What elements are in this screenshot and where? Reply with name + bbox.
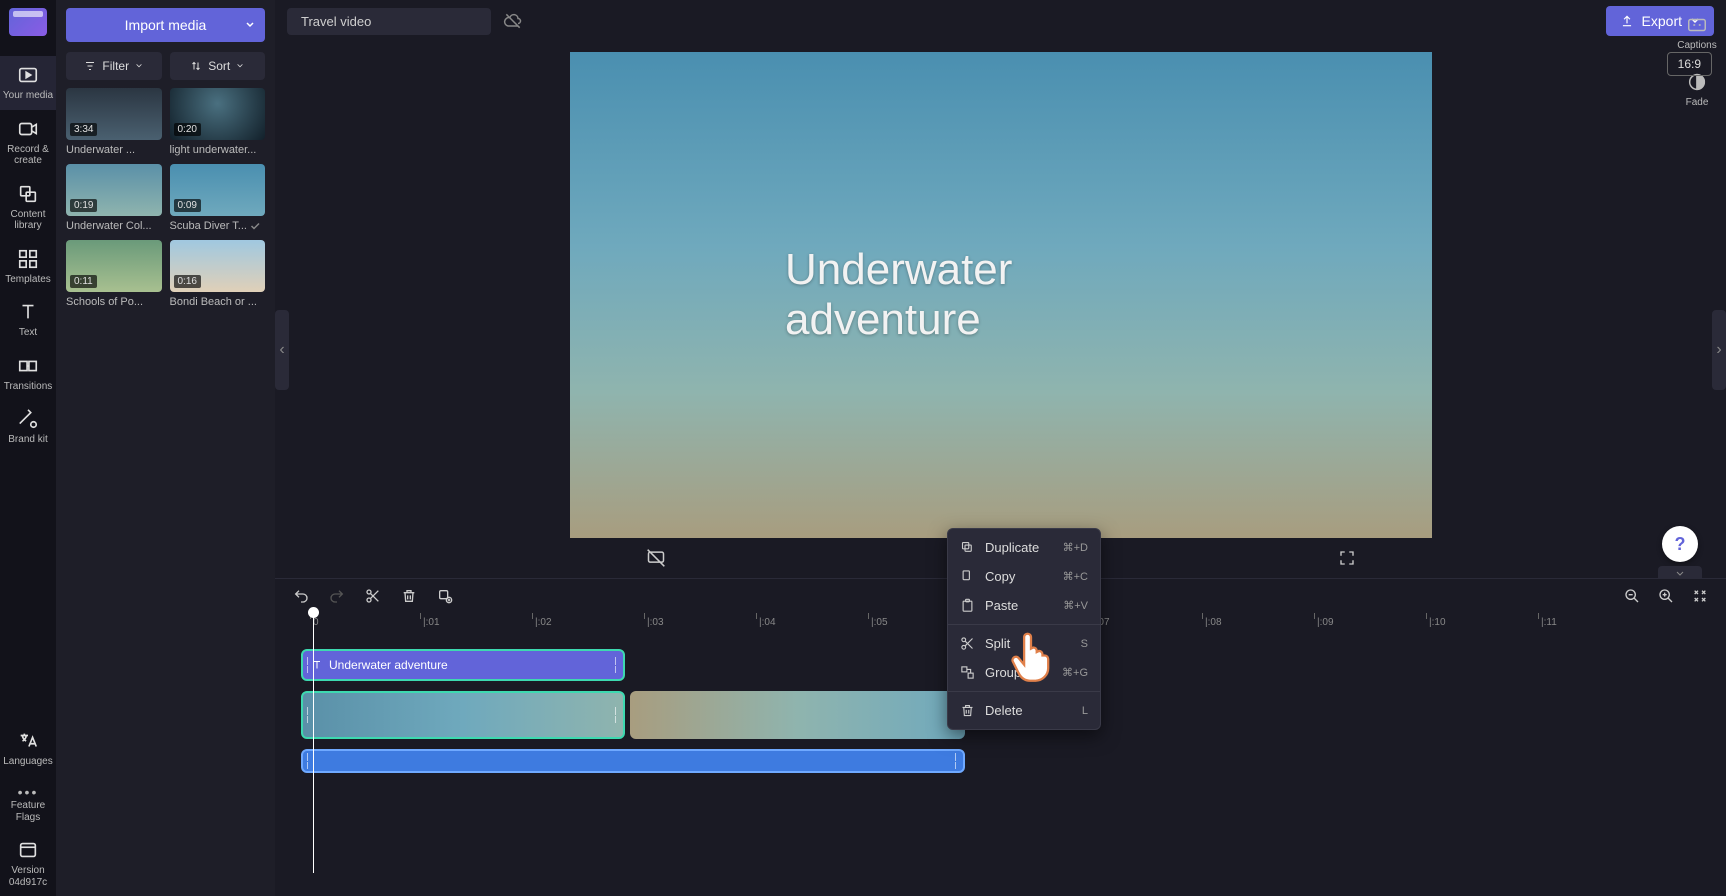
redo-button[interactable]	[325, 584, 349, 608]
aspect-ratio-button[interactable]: 16:9	[1667, 52, 1712, 76]
zoom-fit-button[interactable]	[1688, 584, 1712, 608]
collapse-right-handle[interactable]: ›	[1712, 310, 1726, 390]
preview-area: ‹ › Underwater adventure 16:9	[275, 42, 1726, 578]
app-logo	[9, 8, 47, 36]
split-button[interactable]	[361, 584, 385, 608]
audio-clip[interactable]	[301, 749, 965, 773]
languages-icon	[17, 730, 39, 752]
monitor-off-button[interactable]	[640, 542, 672, 574]
sort-icon	[190, 60, 202, 72]
nav-your-media[interactable]: Your media	[0, 56, 56, 110]
playhead[interactable]	[313, 613, 314, 873]
nav-content-library[interactable]: Content library	[0, 175, 56, 240]
templates-icon	[17, 248, 39, 270]
main-area: Export Captions Fade ‹ › Underwater adve…	[275, 0, 1726, 896]
zoom-out-button[interactable]	[1620, 584, 1644, 608]
sort-button[interactable]: Sort	[170, 52, 266, 80]
nav-label: Content library	[2, 209, 54, 232]
upload-icon	[1620, 14, 1634, 28]
nav-label: Feature Flags	[2, 800, 54, 823]
nav-label: Brand kit	[8, 434, 47, 446]
nav-label: Text	[19, 327, 37, 339]
version-icon	[17, 839, 39, 861]
ruler-tick: |:10	[1429, 617, 1446, 628]
nav-transitions[interactable]: Transitions	[0, 347, 56, 401]
video-preview[interactable]: Underwater adventure	[570, 52, 1432, 538]
media-item[interactable]: 0:16Bondi Beach or ...	[170, 240, 266, 308]
transitions-icon	[17, 355, 39, 377]
context-menu-group[interactable]: Group⌘+G	[948, 658, 1100, 687]
video-clip-a[interactable]	[301, 691, 625, 739]
text-icon	[17, 301, 39, 323]
ruler-tick: |:05	[871, 617, 888, 628]
context-menu-delete[interactable]: DeleteL	[948, 696, 1100, 725]
media-item[interactable]: 0:19Underwater Col...	[66, 164, 162, 232]
ellipsis-icon: •••	[18, 784, 39, 800]
help-button[interactable]: ?	[1662, 526, 1698, 562]
chevron-down-icon	[245, 20, 255, 30]
preview-overlay-text: Underwater adventure	[785, 245, 1216, 345]
ruler-tick: |:11	[1541, 617, 1557, 628]
left-nav-rail: Your media Record & create Content libra…	[0, 0, 56, 896]
context-menu-split[interactable]: SplitS	[948, 629, 1100, 658]
chevron-down-icon	[135, 62, 143, 70]
import-media-button[interactable]: Import media	[66, 8, 265, 42]
filter-button[interactable]: Filter	[66, 52, 162, 80]
fullscreen-button[interactable]	[1332, 543, 1362, 573]
context-menu-paste[interactable]: Paste⌘+V	[948, 591, 1100, 620]
filter-icon	[84, 60, 96, 72]
media-icon	[17, 64, 39, 86]
ruler-tick: |:08	[1205, 617, 1222, 628]
zoom-in-button[interactable]	[1654, 584, 1678, 608]
nav-label: Templates	[5, 274, 51, 286]
media-item[interactable]: 3:34Underwater ...	[66, 88, 162, 156]
nav-templates[interactable]: Templates	[0, 240, 56, 294]
nav-brand-kit[interactable]: Brand kit	[0, 400, 56, 454]
video-clip-b[interactable]	[630, 691, 965, 739]
add-clip-button[interactable]	[433, 584, 457, 608]
top-bar: Export Captions Fade	[275, 0, 1726, 42]
media-grid: 3:34Underwater ...0:20light underwater..…	[66, 88, 265, 308]
cloud-off-icon	[503, 11, 523, 31]
ruler-tick: |:01	[423, 617, 440, 628]
ruler-tick: |:09	[1317, 617, 1334, 628]
undo-button[interactable]	[289, 584, 313, 608]
nav-label: Record & create	[2, 144, 54, 167]
nav-record-create[interactable]: Record & create	[0, 110, 56, 175]
filter-label: Filter	[102, 59, 129, 73]
import-label: Import media	[125, 17, 207, 33]
nav-label: Transitions	[4, 381, 53, 393]
clip-label: Underwater adventure	[329, 658, 448, 672]
delete-clip-button[interactable]	[397, 584, 421, 608]
nav-label: Your media	[3, 90, 53, 102]
nav-version[interactable]: Version 04d917c	[0, 831, 56, 896]
captions-icon	[1686, 14, 1708, 36]
media-item[interactable]: 0:09Scuba Diver T...	[170, 164, 266, 232]
ruler-tick: |:02	[535, 617, 552, 628]
nav-languages[interactable]: Languages	[0, 722, 56, 776]
sort-label: Sort	[208, 59, 230, 73]
media-panel: Import media Filter Sort 3:34Underwater …	[56, 0, 275, 896]
context-menu: Duplicate⌘+DCopy⌘+CPaste⌘+V SplitSGroup⌘+…	[947, 528, 1101, 730]
collapse-left-handle[interactable]: ‹	[275, 310, 289, 390]
context-menu-copy[interactable]: Copy⌘+C	[948, 562, 1100, 591]
nav-text[interactable]: Text	[0, 293, 56, 347]
nav-label: Version	[11, 865, 44, 877]
media-item[interactable]: 0:11Schools of Po...	[66, 240, 162, 308]
ruler-tick: |:04	[759, 617, 776, 628]
nav-label: 04d917c	[9, 877, 47, 889]
record-icon	[17, 118, 39, 140]
text-clip[interactable]: Underwater adventure	[301, 649, 625, 681]
context-menu-duplicate[interactable]: Duplicate⌘+D	[948, 533, 1100, 562]
ruler-tick: |:03	[647, 617, 664, 628]
library-icon	[17, 183, 39, 205]
audio-track[interactable]	[287, 749, 1714, 773]
project-name-input[interactable]	[287, 8, 491, 35]
nav-feature-flags[interactable]: ••• Feature Flags	[0, 776, 56, 831]
brand-icon	[17, 408, 39, 430]
nav-label: Languages	[3, 756, 53, 768]
media-item[interactable]: 0:20light underwater...	[170, 88, 266, 156]
chevron-down-icon	[236, 62, 244, 70]
